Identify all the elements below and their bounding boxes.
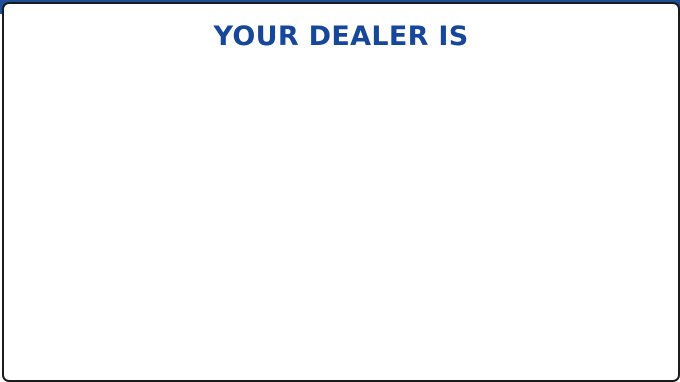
dealer-info-window: YOUR DEALER IS xyxy=(0,0,680,382)
panel-title: YOUR DEALER IS xyxy=(213,21,469,52)
dealer-panel: YOUR DEALER IS xyxy=(2,2,680,382)
dealer-content-area xyxy=(16,64,666,369)
